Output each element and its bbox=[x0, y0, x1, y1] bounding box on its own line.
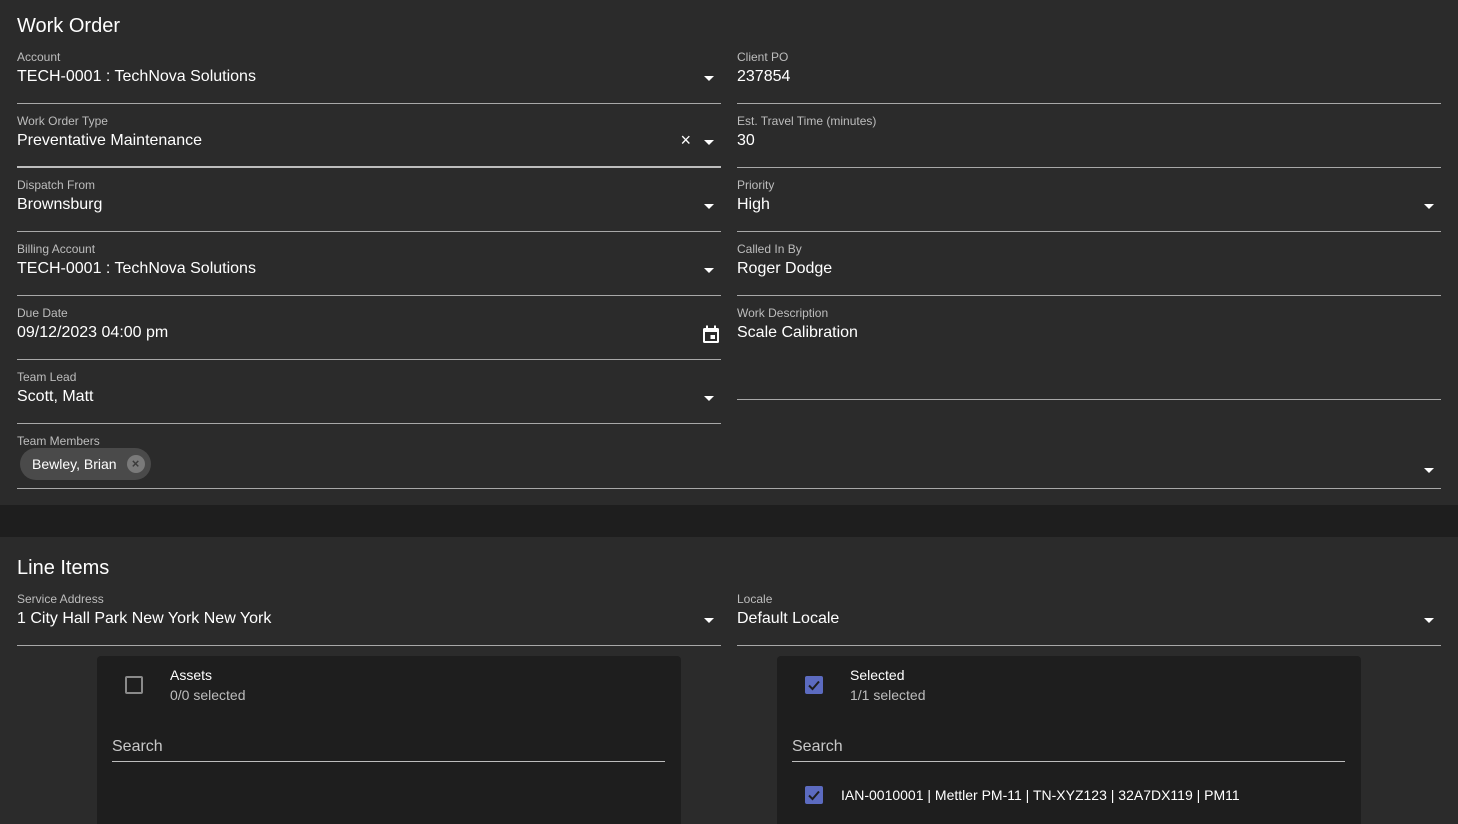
due-date-input[interactable]: Due Date 09/12/2023 04:00 pm bbox=[17, 306, 721, 360]
work-order-type-value: Preventative Maintenance bbox=[17, 132, 202, 149]
team-members-label: Team Members bbox=[17, 434, 100, 448]
selected-list-title: Selected bbox=[850, 667, 905, 683]
work-order-type-label: Work Order Type bbox=[17, 114, 108, 128]
chip-remove-icon[interactable]: × bbox=[126, 455, 145, 473]
service-address-value: 1 City Hall Park New York New York bbox=[17, 610, 272, 627]
field-underline bbox=[112, 761, 665, 762]
called-in-by-label: Called In By bbox=[737, 242, 802, 256]
service-address-label: Service Address bbox=[17, 592, 104, 606]
field-underline bbox=[17, 423, 721, 424]
checkmark-icon bbox=[808, 680, 820, 691]
work-description-label: Work Description bbox=[737, 306, 829, 320]
dropdown-arrow-icon[interactable] bbox=[704, 204, 714, 209]
est-travel-time-value: 30 bbox=[737, 132, 755, 149]
dropdown-arrow-icon[interactable] bbox=[704, 140, 714, 145]
team-lead-select[interactable]: Team Lead Scott, Matt bbox=[17, 370, 721, 424]
dropdown-arrow-icon[interactable] bbox=[1424, 204, 1434, 209]
account-label: Account bbox=[17, 50, 61, 64]
est-travel-time-input[interactable]: Est. Travel Time (minutes) 30 bbox=[737, 114, 1441, 168]
team-lead-value: Scott, Matt bbox=[17, 388, 94, 405]
billing-account-value: TECH-0001 : TechNova Solutions bbox=[17, 260, 256, 277]
selected-search-input[interactable] bbox=[792, 734, 1345, 760]
select-all-assets-checkbox[interactable] bbox=[125, 676, 143, 694]
dropdown-arrow-icon[interactable] bbox=[704, 76, 714, 81]
work-description-value: Scale Calibration bbox=[737, 324, 858, 341]
client-po-label: Client PO bbox=[737, 50, 789, 64]
field-underline bbox=[737, 399, 1441, 400]
clear-icon[interactable]: × bbox=[680, 130, 691, 150]
due-date-label: Due Date bbox=[17, 306, 68, 320]
field-underline bbox=[17, 645, 721, 646]
locale-select[interactable]: Locale Default Locale bbox=[737, 592, 1441, 646]
priority-select[interactable]: Priority High bbox=[737, 178, 1441, 232]
billing-account-select[interactable]: Billing Account TECH-0001 : TechNova Sol… bbox=[17, 242, 721, 296]
team-members-select[interactable]: Team Members Bewley, Brian × bbox=[17, 434, 1441, 489]
billing-account-label: Billing Account bbox=[17, 242, 96, 256]
selected-search-field[interactable] bbox=[792, 734, 1345, 762]
field-underline bbox=[17, 231, 721, 232]
work-order-title: Work Order bbox=[17, 15, 120, 37]
line-items-title: Line Items bbox=[17, 557, 110, 579]
work-order-type-select[interactable]: Work Order Type Preventative Maintenance… bbox=[17, 114, 721, 168]
account-value: TECH-0001 : TechNova Solutions bbox=[17, 68, 256, 85]
field-underline bbox=[737, 645, 1441, 646]
called-in-by-value: Roger Dodge bbox=[737, 260, 833, 277]
field-underline bbox=[737, 231, 1441, 232]
est-travel-time-label: Est. Travel Time (minutes) bbox=[737, 114, 877, 128]
client-po-value: 237854 bbox=[737, 68, 791, 85]
dropdown-arrow-icon[interactable] bbox=[1424, 468, 1434, 473]
list-item-text: IAN-0010001 | Mettler PM-11 | TN-XYZ123 … bbox=[841, 787, 1240, 803]
dispatch-from-value: Brownsburg bbox=[17, 196, 103, 213]
field-underline bbox=[737, 167, 1441, 168]
assets-search-input[interactable] bbox=[112, 734, 665, 760]
assets-selected-count: 0/0 selected bbox=[170, 687, 246, 703]
dropdown-arrow-icon[interactable] bbox=[1424, 618, 1434, 623]
called-in-by-input[interactable]: Called In By Roger Dodge bbox=[737, 242, 1441, 296]
locale-label: Locale bbox=[737, 592, 773, 606]
field-underline bbox=[737, 103, 1441, 104]
locale-value: Default Locale bbox=[737, 610, 840, 627]
field-underline bbox=[17, 295, 721, 296]
field-underline bbox=[17, 359, 721, 360]
client-po-input[interactable]: Client PO 237854 bbox=[737, 50, 1441, 104]
work-order-card: Work Order Account TECH-0001 : TechNova … bbox=[0, 0, 1458, 505]
work-description-textarea[interactable]: Work Description Scale Calibration bbox=[737, 306, 1441, 400]
priority-label: Priority bbox=[737, 178, 775, 192]
team-lead-label: Team Lead bbox=[17, 370, 77, 384]
account-select[interactable]: Account TECH-0001 : TechNova Solutions bbox=[17, 50, 721, 104]
selected-count: 1/1 selected bbox=[850, 687, 926, 703]
field-underline bbox=[792, 761, 1345, 762]
field-underline bbox=[737, 295, 1441, 296]
team-member-chip[interactable]: Bewley, Brian × bbox=[20, 448, 151, 480]
service-address-select[interactable]: Service Address 1 City Hall Park New Yor… bbox=[17, 592, 721, 646]
chip-label: Bewley, Brian bbox=[32, 456, 117, 472]
calendar-icon[interactable] bbox=[701, 324, 721, 344]
selected-list-panel: Selected 1/1 selected IAN-0010001 | Mett… bbox=[777, 656, 1361, 824]
assets-list-panel: Assets 0/0 selected bbox=[97, 656, 681, 824]
dropdown-arrow-icon[interactable] bbox=[704, 268, 714, 273]
item-checkbox[interactable] bbox=[805, 786, 823, 804]
dropdown-arrow-icon[interactable] bbox=[704, 618, 714, 623]
dispatch-from-select[interactable]: Dispatch From Brownsburg bbox=[17, 178, 721, 232]
select-all-selected-checkbox[interactable] bbox=[805, 676, 823, 694]
field-underline bbox=[17, 103, 721, 104]
dispatch-from-label: Dispatch From bbox=[17, 178, 96, 192]
priority-value: High bbox=[737, 196, 770, 213]
checkmark-icon bbox=[808, 790, 820, 801]
due-date-value: 09/12/2023 04:00 pm bbox=[17, 324, 169, 341]
assets-list-title: Assets bbox=[170, 667, 213, 683]
field-underline bbox=[17, 166, 721, 168]
field-underline bbox=[17, 488, 1441, 489]
assets-search-field[interactable] bbox=[112, 734, 665, 762]
dropdown-arrow-icon[interactable] bbox=[704, 396, 714, 401]
